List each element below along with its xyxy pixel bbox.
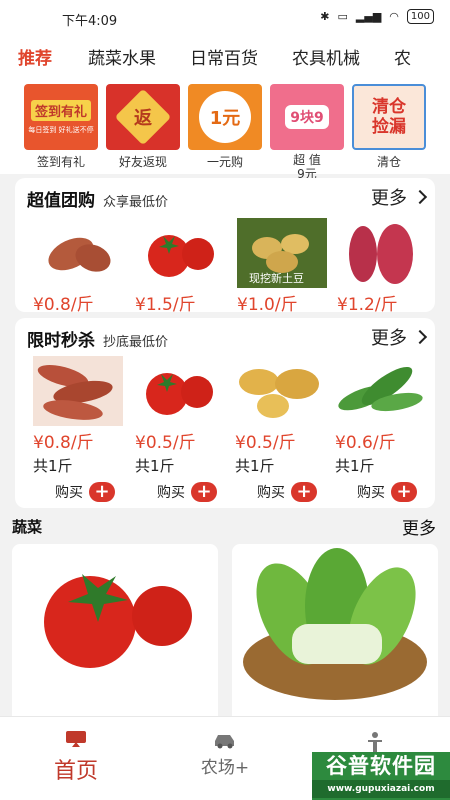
- plus-icon: +: [191, 482, 217, 502]
- item-quantity: 共1斤: [135, 457, 175, 475]
- sweet-potato-image: [33, 218, 123, 288]
- cabbage-image: [243, 548, 427, 700]
- plus-icon: +: [391, 482, 417, 502]
- item-price: ¥0.8/斤: [33, 433, 94, 453]
- tab-recommend[interactable]: 推荐: [18, 44, 52, 69]
- category-tabs: 推荐 蔬菜水果 日常百货 农具机械 农: [0, 34, 450, 78]
- tag-icon: 返: [114, 88, 172, 146]
- flash-sale-title: 限时秒杀: [27, 331, 95, 351]
- status-bar: 下午4:09 ✱ ▭ ▂▄▆ ◠ 100: [0, 0, 450, 34]
- tomato-image: [135, 218, 225, 288]
- cashback-image: 返: [106, 84, 180, 150]
- tomato-image: [135, 356, 225, 426]
- red-sweet-potato-image: [337, 218, 427, 288]
- status-time: 下午4:09: [62, 14, 118, 29]
- buy-button[interactable]: 购买 +: [157, 482, 217, 502]
- shortcut-cashback[interactable]: 返 好友返现: [104, 84, 182, 170]
- shortcut-nine-yuan[interactable]: 9块9 超 值 9元: [268, 84, 346, 181]
- item-price: ¥0.5/斤: [135, 433, 196, 453]
- tab-daily-goods[interactable]: 日常百货: [190, 44, 258, 69]
- flash-sale-more-button[interactable]: 更多: [371, 324, 428, 350]
- item-price: ¥0.8/斤: [33, 295, 94, 315]
- group-buy-item[interactable]: ¥1.2/斤: [337, 218, 429, 315]
- item-price: ¥0.6/斤: [335, 433, 396, 453]
- chevron-right-icon: [412, 329, 428, 345]
- tomato-image: [44, 574, 192, 668]
- shortcut-label: 超 值 9元: [293, 153, 321, 181]
- nine-yuan-image: 9块9: [270, 84, 344, 150]
- flash-sale-header: 限时秒杀 抄底最低价: [27, 326, 168, 351]
- group-buy-subtitle: 众享最低价: [103, 195, 169, 210]
- flash-sale-item[interactable]: ¥0.8/斤 共1斤 购买 +: [33, 356, 125, 536]
- tab-farm[interactable]: 农场+: [188, 731, 262, 778]
- buy-button[interactable]: 购买 +: [55, 482, 115, 502]
- item-quantity: 共1斤: [33, 457, 73, 475]
- signal-icon: ▂▄▆: [355, 10, 382, 23]
- plus-icon: +: [291, 482, 317, 502]
- greens-image: [335, 356, 425, 426]
- buy-button[interactable]: 购买 +: [357, 482, 417, 502]
- item-price: ¥1.2/斤: [337, 295, 398, 315]
- shortcut-label: 清仓: [376, 155, 401, 169]
- watermark-logo: 谷普软件园 www.gupuxiazai.com: [312, 752, 450, 800]
- vegetable-section-title: 蔬菜: [12, 518, 43, 536]
- group-buy-more-button[interactable]: 更多: [371, 184, 428, 210]
- shortcut-one-yuan[interactable]: 1元 一元购: [186, 84, 264, 170]
- status-icons: ✱ ▭ ▂▄▆ ◠ 100: [320, 9, 434, 24]
- clearance-image: 清仓捡漏: [352, 84, 426, 150]
- screen-icon: [66, 731, 86, 747]
- flash-sale-item[interactable]: ¥0.6/斤 共1斤 购买 +: [335, 356, 427, 536]
- group-buy-item[interactable]: ¥1.5/斤: [135, 218, 227, 315]
- plus-icon: +: [89, 482, 115, 502]
- item-price: ¥1.0/斤: [237, 295, 298, 315]
- item-price: ¥0.5/斤: [235, 433, 296, 453]
- item-quantity: 共1斤: [335, 457, 375, 475]
- flash-sale-card: 限时秒杀 抄底最低价 更多 ¥0.8/斤 共1斤 购买 + ¥0.5/斤 共1斤 …: [15, 318, 435, 508]
- group-buy-card: 超值团购 众享最低价 更多 ¥0.8/斤 ¥1.5/斤 现挖新土豆 ¥1.0/斤…: [15, 178, 435, 315]
- shortcut-label: 一元购: [206, 155, 243, 169]
- vibrate-icon: ▭: [337, 10, 348, 23]
- chevron-right-icon: [412, 189, 428, 205]
- person-icon: [368, 732, 382, 752]
- shortcut-row: 签到有礼 每日签到 好礼送不停 签到有礼 返 好友返现 1元 一元购 9块9 超…: [0, 78, 450, 181]
- potato-tag: 现挖新土豆: [249, 272, 304, 285]
- group-buy-header: 超值团购 众享最低价: [27, 186, 168, 211]
- group-buy-title: 超值团购: [27, 191, 95, 211]
- item-price: ¥1.5/斤: [135, 295, 196, 315]
- flash-sale-item[interactable]: ¥0.5/斤 共1斤 购买 +: [235, 356, 327, 536]
- shortcut-label: 好友返现: [118, 155, 167, 169]
- vegetable-more-link[interactable]: 更多: [402, 514, 436, 539]
- tab-farm-tools[interactable]: 农具机械: [292, 44, 360, 69]
- bluetooth-icon: ✱: [320, 10, 330, 23]
- tab-more-cut[interactable]: 农: [394, 44, 411, 69]
- vegetable-card-tomato[interactable]: [12, 544, 218, 734]
- group-buy-item[interactable]: 现挖新土豆 ¥1.0/斤: [237, 218, 329, 315]
- checkin-image: 签到有礼 每日签到 好礼送不停: [24, 84, 98, 150]
- sweet-potato-image: [33, 356, 123, 426]
- tab-vegetables-fruit[interactable]: 蔬菜水果: [88, 44, 156, 69]
- wifi-icon: ◠: [389, 10, 399, 23]
- potato-image: 现挖新土豆: [237, 218, 327, 288]
- car-icon: [215, 735, 234, 749]
- vegetable-card-cabbage[interactable]: [232, 544, 438, 734]
- item-quantity: 共1斤: [235, 457, 275, 475]
- tab-home[interactable]: 首页: [46, 729, 106, 785]
- shortcut-clearance[interactable]: 清仓捡漏 清仓: [350, 84, 428, 170]
- flash-sale-item[interactable]: ¥0.5/斤 共1斤 购买 +: [135, 356, 227, 536]
- battery-icon: 100: [406, 9, 434, 24]
- one-yuan-image: 1元: [188, 84, 262, 150]
- group-buy-item[interactable]: ¥0.8/斤: [33, 218, 125, 315]
- tab-home-label: 首页: [53, 759, 98, 784]
- potato-image: [235, 356, 325, 426]
- shortcut-checkin[interactable]: 签到有礼 每日签到 好礼送不停 签到有礼: [22, 84, 100, 170]
- buy-button[interactable]: 购买 +: [257, 482, 317, 502]
- shortcut-label: 签到有礼: [36, 155, 85, 169]
- tab-farm-label: 农场+: [200, 758, 250, 778]
- flash-sale-subtitle: 抄底最低价: [103, 335, 169, 350]
